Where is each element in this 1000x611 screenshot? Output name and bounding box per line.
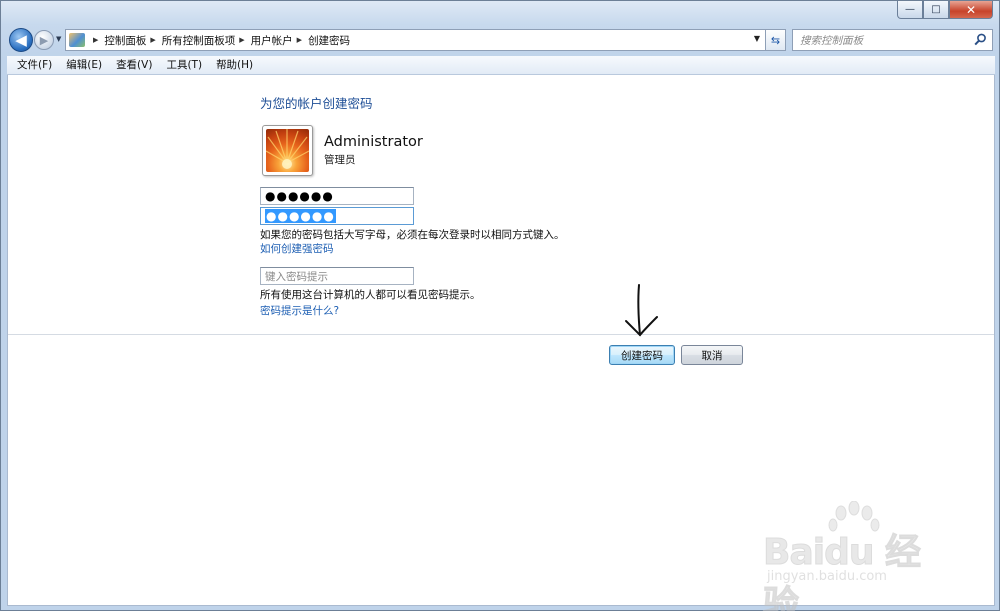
menu-edit[interactable]: 编辑(E) <box>59 56 109 75</box>
baidu-watermark: Baidu 经验 jingyan.baidu.com <box>763 501 953 611</box>
strong-password-link[interactable]: 如何创建强密码 <box>260 241 334 256</box>
new-password-value: ●●●●●● <box>265 189 334 203</box>
search-input[interactable]: 搜索控制面板 <box>800 33 863 48</box>
menu-view[interactable]: 查看(V) <box>109 56 159 75</box>
menu-file[interactable]: 文件(F) <box>10 56 59 75</box>
user-role: 管理员 <box>324 154 356 166</box>
breadcrumb-chevron-icon[interactable]: ▶ <box>150 36 155 44</box>
password-hint-help-link[interactable]: 密码提示是什么? <box>260 303 339 318</box>
cancel-button[interactable]: 取消 <box>681 345 743 365</box>
menu-bar: 文件(F) 编辑(E) 查看(V) 工具(T) 帮助(H) <box>7 56 995 75</box>
create-password-button[interactable]: 创建密码 <box>609 345 675 365</box>
refresh-button[interactable]: ⇆ <box>766 29 786 51</box>
breadcrumb-chevron-icon[interactable]: ▶ <box>93 36 98 44</box>
watermark-url: jingyan.baidu.com <box>767 569 887 584</box>
hint-visibility-note: 所有使用这台计算机的人都可以看见密码提示。 <box>260 289 481 301</box>
minimize-button[interactable]: — <box>897 1 923 19</box>
watermark-brand: Baidu 经验 <box>763 532 922 611</box>
recent-pages-dropdown[interactable]: ▼ <box>56 35 61 43</box>
user-picture <box>262 125 313 176</box>
refresh-icon: ⇆ <box>770 33 781 47</box>
control-panel-icon <box>69 33 85 47</box>
divider <box>8 334 994 335</box>
caps-lock-note: 如果您的密码包括大写字母，必须在每次登录时以相同方式键入。 <box>260 229 565 241</box>
confirm-password-value: ●●●●●● <box>265 209 336 223</box>
navigation-bar: ◀ ▶ ▼ ▶ 控制面板 ▶ 所有控制面板项 ▶ 用户帐户 ▶ 创建密码 ▼ ⇆… <box>1 25 1000 53</box>
search-box[interactable]: 搜索控制面板 <box>792 29 993 51</box>
address-dropdown-icon[interactable]: ▼ <box>754 34 760 43</box>
new-password-field[interactable]: ●●●●●● <box>260 187 414 205</box>
password-hint-field[interactable]: 键入密码提示 <box>260 267 414 285</box>
window-controls: — □ ✕ <box>897 1 993 19</box>
breadcrumb-all-items[interactable]: 所有控制面板项 <box>162 33 236 48</box>
flower-avatar-icon <box>266 129 309 172</box>
back-button[interactable]: ◀ <box>9 28 33 52</box>
user-name: Administrator <box>324 134 423 150</box>
address-bar[interactable]: ▶ 控制面板 ▶ 所有控制面板项 ▶ 用户帐户 ▶ 创建密码 ▼ <box>65 29 766 51</box>
breadcrumb-chevron-icon[interactable]: ▶ <box>239 36 244 44</box>
menu-tools[interactable]: 工具(T) <box>159 56 209 75</box>
password-hint-placeholder: 键入密码提示 <box>265 270 328 283</box>
close-button[interactable]: ✕ <box>949 1 993 19</box>
control-panel-window: — □ ✕ ◀ ▶ ▼ ▶ 控制面板 ▶ 所有控制面板项 ▶ 用户帐户 ▶ 创建… <box>0 0 1000 611</box>
breadcrumb-chevron-icon[interactable]: ▶ <box>297 36 302 44</box>
page-title: 为您的帐户创建密码 <box>260 96 373 111</box>
breadcrumb-user-accounts[interactable]: 用户帐户 <box>251 33 293 48</box>
down-arrow-annotation-icon <box>625 284 658 337</box>
search-icon[interactable] <box>974 33 987 46</box>
breadcrumb-control-panel[interactable]: 控制面板 <box>104 33 146 48</box>
menu-help[interactable]: 帮助(H) <box>209 56 260 75</box>
maximize-button[interactable]: □ <box>923 1 949 19</box>
breadcrumb-create-password[interactable]: 创建密码 <box>308 33 350 48</box>
back-arrow-icon: ◀ <box>15 30 27 49</box>
forward-button[interactable]: ▶ <box>34 30 54 50</box>
breadcrumb: ▶ 控制面板 ▶ 所有控制面板项 ▶ 用户帐户 ▶ 创建密码 <box>89 33 350 48</box>
forward-arrow-icon: ▶ <box>39 33 49 47</box>
confirm-password-field[interactable]: ●●●●●● <box>260 207 414 225</box>
